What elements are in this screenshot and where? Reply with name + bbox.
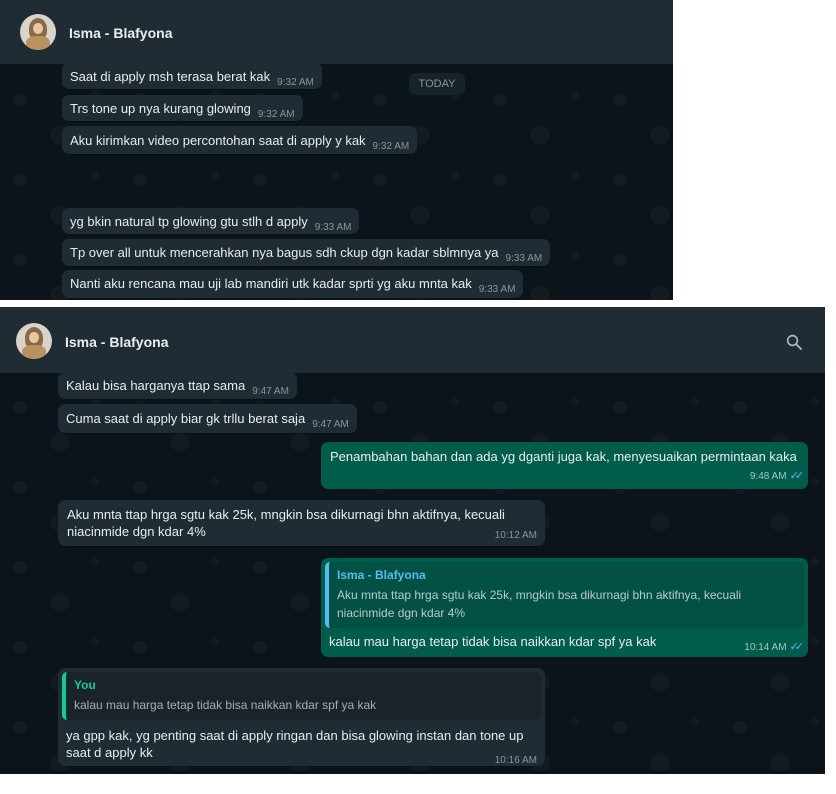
- chat-panel-2: Isma - Blafyona Kalau bisa harganya ttap…: [0, 307, 825, 774]
- message-bubble[interactable]: Saat di apply msh terasa berat kak 9:32 A…: [62, 63, 322, 89]
- message-text: Saat di apply msh terasa berat kak: [70, 69, 271, 84]
- message-text: Trs tone up nya kurang glowing: [70, 101, 251, 116]
- quoted-message[interactable]: You kalau mau harga tetap tidak bisa nai…: [62, 672, 541, 720]
- quote-text: Aku mnta ttap hrga sgtu kak 25k, mngkin …: [337, 588, 742, 620]
- message-time: 9:33 AM: [314, 222, 352, 233]
- message-time: 9:32 AM: [257, 109, 295, 120]
- message-bubble[interactable]: Cuma saat di apply biar gk trllu berat s…: [58, 404, 357, 433]
- message-bubble[interactable]: Aku mnta ttap hrga sgtu kak 25k, mngkin …: [58, 500, 545, 546]
- message-text: yg bkin natural tp glowing gtu stlh d ap…: [70, 214, 308, 229]
- message-time: 10:16 AM: [494, 755, 537, 766]
- search-icon[interactable]: [785, 333, 803, 351]
- message-text: Cuma saat di apply biar gk trllu berat s…: [66, 411, 306, 426]
- message-bubble[interactable]: Nanti aku rencana mau uji lab mandiri ut…: [62, 270, 524, 298]
- quote-sender: Isma - Blafyona: [337, 568, 426, 582]
- date-chip: TODAY: [409, 73, 465, 95]
- message-time: 9:33 AM: [478, 284, 516, 295]
- avatar[interactable]: [16, 323, 52, 359]
- message-bubble-outgoing[interactable]: Isma - Blafyona Aku mnta ttap hrga sgtu …: [321, 558, 808, 657]
- message-bubble-outgoing[interactable]: Penambahan bahan dan ada yg dganti juga …: [321, 442, 808, 489]
- message-time: 9:32 AM: [372, 141, 410, 152]
- quote-text: kalau mau harga tetap tidak bisa naikkan…: [74, 698, 377, 712]
- message-bubble[interactable]: Tp over all untuk mencerahkan nya bagus …: [62, 239, 551, 266]
- message-bubble[interactable]: yg bkin natural tp glowing gtu stlh d ap…: [62, 208, 360, 234]
- message-bubble[interactable]: Kalau bisa harganya ttap sama 9:47 AM: [58, 372, 297, 399]
- avatar[interactable]: [20, 14, 56, 50]
- message-text: Nanti aku rencana mau uji lab mandiri ut…: [70, 276, 472, 291]
- message-text: Aku kirimkan video percontohan saat di a…: [70, 133, 366, 148]
- quote-sender: You: [74, 678, 96, 692]
- contact-name[interactable]: Isma - Blafyona: [65, 334, 168, 350]
- quoted-message[interactable]: Isma - Blafyona Aku mnta ttap hrga sgtu …: [325, 562, 804, 628]
- message-time: 10:14 AM: [744, 642, 787, 653]
- double-check-icon: ✓✓: [789, 641, 805, 653]
- message-text: Penambahan bahan dan ada yg dganti juga …: [330, 449, 797, 464]
- message-text: Kalau bisa harganya ttap sama: [66, 378, 246, 393]
- chat-header[interactable]: Isma - Blafyona: [0, 0, 673, 64]
- message-text: Tp over all untuk mencerahkan nya bagus …: [70, 245, 499, 260]
- message-time: 9:33 AM: [505, 253, 543, 264]
- message-bubble[interactable]: Aku kirimkan video percontohan saat di a…: [62, 126, 418, 154]
- chat-header[interactable]: Isma - Blafyona: [0, 307, 825, 373]
- message-time: 9:47 AM: [252, 386, 289, 397]
- contact-name[interactable]: Isma - Blafyona: [69, 25, 172, 41]
- message-bubble[interactable]: Trs tone up nya kurang glowing 9:32 AM: [62, 95, 303, 121]
- message-time: 9:47 AM: [312, 419, 349, 430]
- message-time: 10:12 AM: [494, 530, 537, 541]
- message-bubble[interactable]: You kalau mau harga tetap tidak bisa nai…: [58, 668, 545, 766]
- message-time: 9:32 AM: [277, 77, 314, 88]
- message-time: 9:48 AM: [749, 471, 787, 482]
- double-check-icon: ✓✓: [789, 470, 805, 482]
- chat-panel-1: Isma - Blafyona TODAY Saat di apply msh …: [0, 0, 673, 300]
